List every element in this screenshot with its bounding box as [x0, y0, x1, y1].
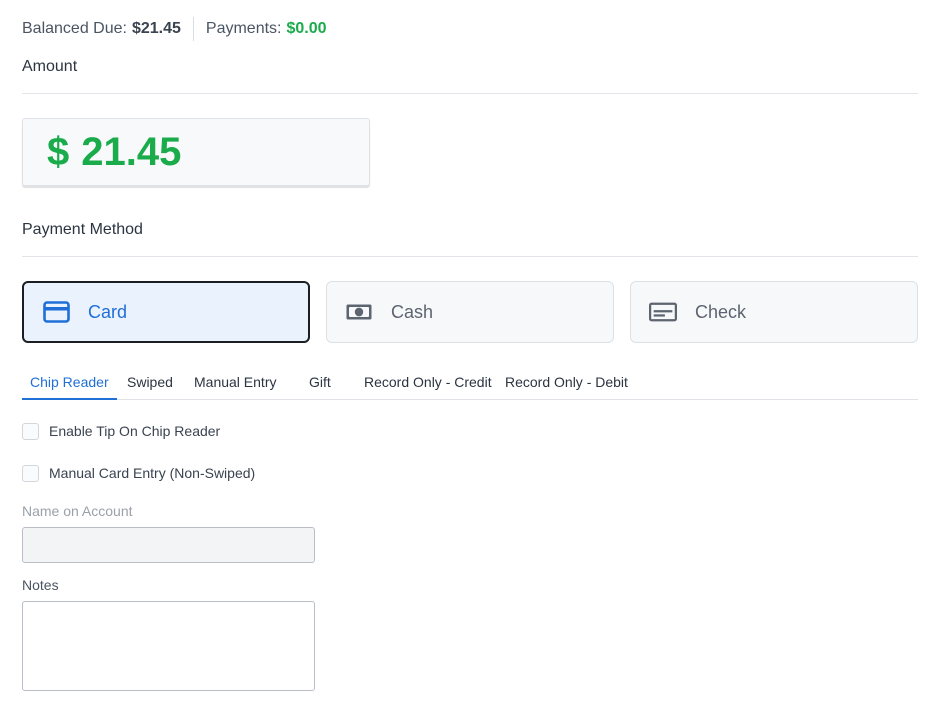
- enable-tip-label: Enable Tip On Chip Reader: [49, 423, 221, 439]
- payment-method-cash-label: Cash: [391, 301, 434, 322]
- check-icon: [649, 301, 677, 323]
- summary-divider: [192, 17, 194, 41]
- tab-swiped[interactable]: Swiped: [127, 374, 173, 400]
- payment-method-check[interactable]: Check: [630, 281, 918, 343]
- cash-icon: [345, 301, 373, 323]
- amount-input[interactable]: $ 21.45: [22, 118, 370, 186]
- enable-tip-checkbox[interactable]: [22, 422, 39, 440]
- notes-textarea[interactable]: [22, 601, 315, 691]
- payments-label: Payments:: [205, 20, 282, 37]
- manual-card-entry-label: Manual Card Entry (Non-Swiped): [49, 465, 256, 481]
- tab-record-only-credit[interactable]: Record Only - Credit: [364, 374, 492, 400]
- tab-record-only-debit[interactable]: Record Only - Debit: [505, 374, 628, 400]
- notes-label: Notes: [22, 577, 59, 593]
- name-on-account-label: Name on Account: [22, 503, 133, 519]
- manual-card-entry-option[interactable]: Manual Card Entry (Non-Swiped): [22, 463, 255, 483]
- amount-currency: $: [47, 129, 70, 174]
- credit-card-icon: [42, 301, 70, 323]
- balance-due-label: Balanced Due:: [22, 20, 127, 37]
- balance-due-value: $21.45: [131, 20, 181, 37]
- amount-value: 21.45: [81, 129, 182, 174]
- payment-method-check-label: Check: [695, 301, 747, 322]
- payment-method-divider: [22, 256, 918, 257]
- enable-tip-option[interactable]: Enable Tip On Chip Reader: [22, 421, 220, 441]
- name-on-account-input[interactable]: [22, 527, 315, 563]
- balance-summary: Balanced Due: $21.45 Payments: $0.00: [22, 17, 327, 41]
- tab-chip-reader[interactable]: Chip Reader: [22, 374, 117, 400]
- amount-divider: [22, 93, 918, 94]
- amount-section-label: Amount: [22, 58, 78, 75]
- payment-method-cash[interactable]: Cash: [326, 281, 614, 343]
- payment-method-card-label: Card: [88, 301, 128, 322]
- payment-method-label: Payment Method: [22, 221, 143, 238]
- payments-value: $0.00: [286, 20, 327, 37]
- payment-method-card[interactable]: Card: [22, 281, 310, 343]
- tab-manual-entry[interactable]: Manual Entry: [194, 374, 276, 400]
- tab-gift[interactable]: Gift: [309, 374, 331, 400]
- manual-card-entry-checkbox[interactable]: [22, 464, 39, 482]
